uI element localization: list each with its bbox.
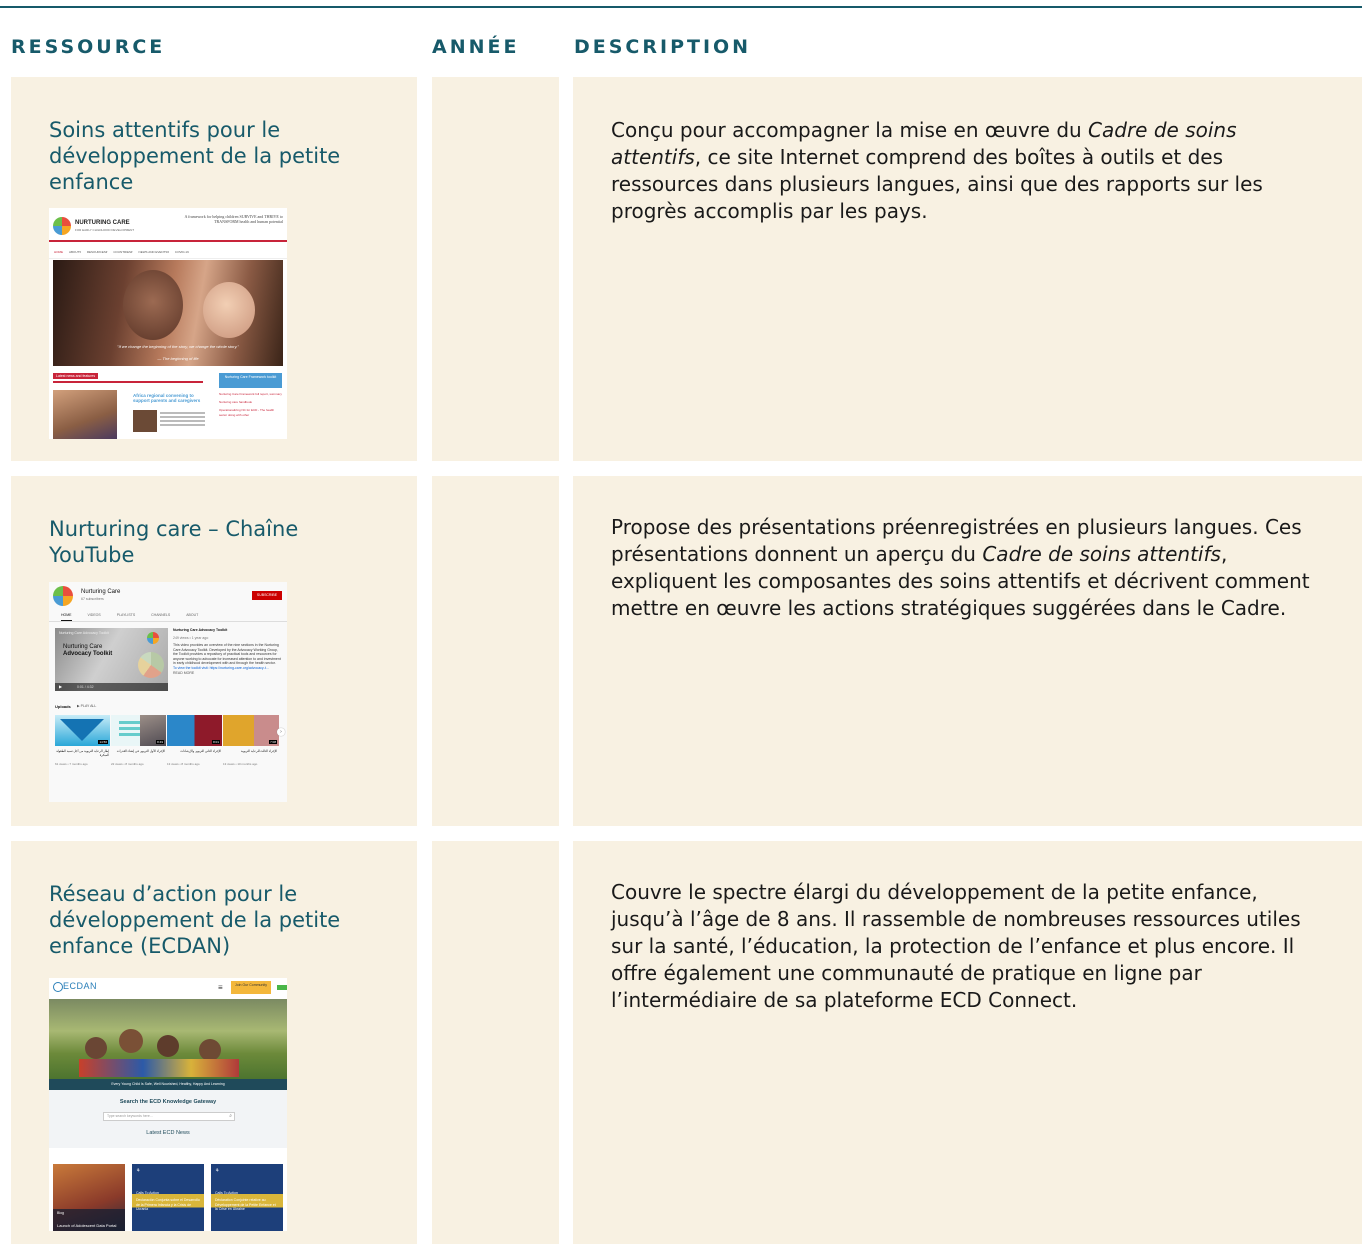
news-photo: [53, 390, 117, 439]
play-all-button[interactable]: ▶ PLAY ALL: [77, 704, 96, 708]
play-icon[interactable]: ▶: [59, 684, 62, 689]
resource-link-1[interactable]: Soins attentifs pour le développement de…: [49, 117, 369, 195]
ecd-search-input[interactable]: Type search keywords here... ⌕: [103, 1112, 235, 1121]
upload-thumb-2[interactable]: 8:49: [111, 715, 166, 746]
news-card-3[interactable]: ⚘ Calls To Action Déclaration Conjointe …: [211, 1164, 283, 1231]
youtube-screenshot: Nurturing Care 67 subscribers SUBSCRIBE …: [49, 582, 287, 802]
description-cell-2: Propose des présentations préenregistrée…: [573, 476, 1362, 826]
video-info: Nurturing Care Advocacy Toolkit 249 view…: [173, 628, 281, 675]
header-description: DESCRIPTION: [574, 36, 752, 58]
channel-tabs: HOME VIDEOS PLAYLISTS CHANNELS ABOUT: [49, 610, 287, 622]
resource-cell-1: Soins attentifs pour le développement de…: [11, 77, 417, 461]
upload-thumb-1[interactable]: 14:56: [55, 715, 110, 746]
hero-photo: Every Young Child Is Safe, Well Nourishe…: [49, 999, 287, 1090]
ecdan-logo-icon: [53, 982, 63, 992]
featured-video[interactable]: Nurturing Care Advocacy Toolkit Nurturin…: [55, 628, 168, 691]
upload-thumb-4[interactable]: 7:08: [223, 715, 279, 746]
join-community-button[interactable]: Join Our Community: [231, 981, 271, 994]
site-nav: HOME ABOUT▾ RESOURCES▾ COUNTRIES▾ NEWS A…: [49, 246, 287, 259]
year-cell-3: [432, 841, 559, 1244]
year-cell-2: [432, 476, 559, 826]
news-card-2[interactable]: ⚘ Calls To Action Declaración Conjunta s…: [132, 1164, 204, 1231]
channel-avatar: [53, 586, 73, 606]
search-icon[interactable]: ⌕: [229, 1113, 232, 1119]
year-cell-1: [432, 77, 559, 461]
top-rule: [0, 6, 1362, 8]
subscribe-button[interactable]: SUBSCRIBE: [252, 591, 282, 600]
nurturing-care-logo-icon: [53, 217, 71, 235]
description-text-3: Couvre le spectre élargi du développemen…: [611, 880, 1301, 1012]
globe-icon: ⚘: [215, 1168, 220, 1174]
globe-icon: ⚘: [136, 1168, 141, 1174]
resource-link-3[interactable]: Réseau d’action pour le développement de…: [49, 881, 369, 959]
news-card-1[interactable]: Blog Launch of Adolescent Data Portal: [53, 1164, 125, 1231]
header-year: ANNÉE: [432, 36, 520, 58]
resource-cell-2: Nurturing care – Chaîne YouTube Nurturin…: [11, 476, 417, 826]
resource-cell-3: Réseau d’action pour le développement de…: [11, 841, 417, 1244]
hero-photo: "If we change the beginning of the story…: [53, 260, 283, 366]
upload-thumb-3[interactable]: 8:01: [167, 715, 222, 746]
menu-icon[interactable]: ≡: [218, 983, 223, 992]
description-text-2: Propose des présentations préenregistrée…: [611, 515, 1310, 620]
ecdan-screenshot: ECDAN ≡ Join Our Community Every Young C…: [49, 978, 287, 1231]
resource-link-2[interactable]: Nurturing care – Chaîne YouTube: [49, 516, 349, 568]
website-screenshot: NURTURING CARE FOR EARLY CHILDHOOD DEVEL…: [49, 208, 287, 439]
description-cell-1: Conçu pour accompagner la mise en œuvre …: [573, 77, 1362, 461]
description-text-1: Conçu pour accompagner la mise en œuvre …: [611, 118, 1263, 223]
description-cell-3: Couvre le spectre élargi du développemen…: [573, 841, 1362, 1244]
chevron-right-icon[interactable]: ›: [277, 728, 285, 736]
header-resource: RESSOURCE: [11, 36, 166, 58]
